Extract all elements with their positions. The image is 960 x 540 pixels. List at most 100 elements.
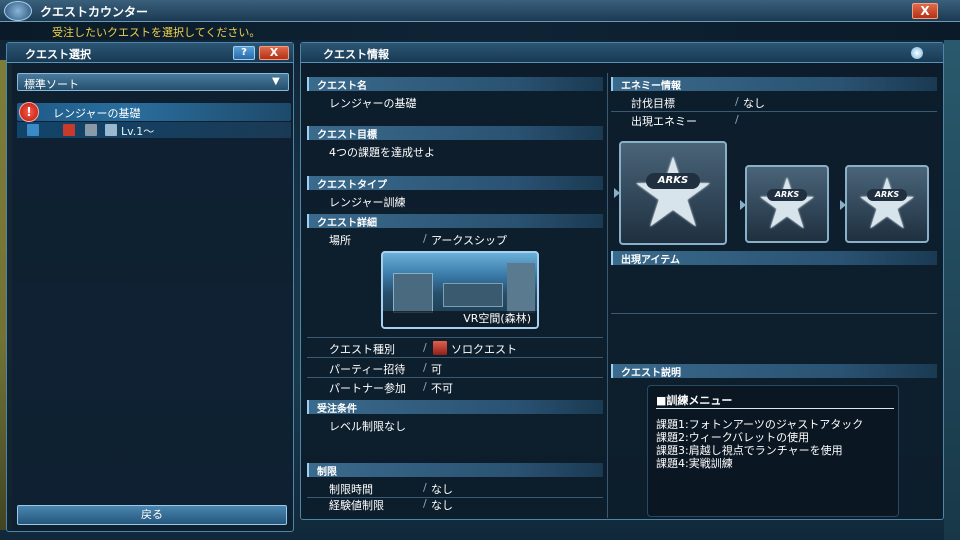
quest-detail-header: クエスト詳細 [307,214,603,229]
enemy-card[interactable]: ★ ARKS [840,163,929,245]
title-bar: クエストカウンター X [0,0,960,22]
separator: / [423,361,427,374]
separator: / [423,380,427,393]
section-label: エネミー情報 [621,81,681,92]
quest-name-header: クエスト名 [307,77,603,92]
help-button[interactable]: ? [233,46,255,60]
items-header: 出現アイテム [611,251,937,266]
row-divider [611,111,937,112]
location-key: 場所 [329,234,351,247]
partner-value: 不可 [431,382,453,395]
panel-close-button[interactable]: X [259,46,289,60]
party-value: 可 [431,363,442,376]
separator: / [423,341,427,354]
category-key: クエスト種別 [329,343,395,356]
window-close-button[interactable]: X [912,3,938,19]
sort-selected: 標準ソート [24,78,79,91]
hourglass-icon [85,124,97,136]
quest-info-panel: クエスト情報 クエスト名 レンジャーの基礎 クエスト目標 4つの課題を達成せよ … [300,42,944,520]
quest-info-header: クエスト情報 [301,43,943,63]
alert-icon: ! [19,102,39,122]
background-edge [944,30,960,540]
limits-header: 制限 [307,463,603,478]
back-button[interactable]: 戻る [17,505,287,525]
location-image: VR空間(森林) [381,251,539,329]
section-label: クエスト詳細 [317,218,377,229]
solo-quest-icon [433,341,447,355]
sort-dropdown[interactable]: 標準ソート ▼ [17,73,289,91]
row-divider [307,337,603,338]
quest-select-title: クエスト選択 [25,48,91,61]
instruction-text: 受注したいクエストを選択してください。 [52,26,261,39]
enemy-badge-label: ARKS [646,173,700,189]
partner-key: パートナー参加 [329,382,406,395]
counter-logo-icon [4,1,32,21]
exp-limit-value: なし [431,499,453,512]
separator: / [735,113,739,126]
enemy-card[interactable]: ★ ARKS [614,137,727,249]
explanation-header: クエスト説明 [611,364,937,379]
enemy-badge-label: ARKS [767,189,807,201]
party-key: パーティー招待 [329,363,406,376]
appear-key: 出現エネミー [631,115,697,128]
location-image-label: VR空間(森林) [383,311,537,327]
level-icon [105,124,117,136]
arrow-icon [840,200,846,211]
arrow-icon [740,200,746,211]
separator: / [423,497,427,510]
star-icon: ★ [755,163,819,245]
quest-goal-header: クエスト目標 [307,126,603,141]
explanation-box: ■訓練メニュー 課題1:フォトンアーツのジャストアタック 課題2:ウィークバレッ… [647,385,899,517]
section-label: 出現アイテム [621,255,680,266]
row-divider [307,377,603,378]
quest-level: Lv.1〜 [121,125,155,138]
mail-icon [27,124,39,136]
time-limit-key: 制限時間 [329,483,373,496]
section-label: クエストタイプ [317,180,387,191]
arrow-icon [614,188,620,198]
section-label: 制限 [317,467,337,478]
scene-structure [507,263,535,313]
scene-structure [443,283,503,307]
separator: / [735,95,739,108]
quest-info-title: クエスト情報 [323,48,389,61]
star-icon: ★ [855,163,919,245]
quest-select-header: クエスト選択 ? X [7,43,293,63]
column-divider [607,73,608,518]
exp-limit-key: 経験値制限 [329,499,384,512]
row-divider [611,313,937,314]
scene-structure [393,273,433,313]
enemy-info-header: エネミー情報 [611,77,937,92]
quest-list-item[interactable]: ! レンジャーの基礎 [17,102,291,122]
conditions-header: 受注条件 [307,400,603,415]
category-value: ソロクエスト [451,343,517,356]
quest-goal-value: 4つの課題を達成せよ [329,146,435,159]
indicator-icon [911,47,923,59]
window-title: クエストカウンター [40,5,149,19]
row-divider [307,357,603,358]
section-label: クエスト名 [317,81,367,92]
chevron-down-icon: ▼ [272,76,280,87]
instruction-bar: 受注したいクエストを選択してください。 [0,22,960,40]
location-value: アークスシップ [431,234,508,247]
conditions-value: レベル制限なし [329,420,406,433]
target-value: なし [743,97,765,110]
quest-type-header: クエストタイプ [307,176,603,191]
enemy-badge-label: ARKS [867,189,907,201]
section-label: クエスト目標 [317,130,377,141]
time-limit-value: なし [431,483,453,496]
star-icon: ★ [629,137,717,249]
solo-icon [63,124,75,136]
explanation-line: 課題4:実戦訓練 [656,457,733,470]
enemy-card[interactable]: ★ ARKS [740,163,829,245]
section-label: クエスト説明 [621,368,681,379]
quest-name-value: レンジャーの基礎 [329,97,417,110]
explanation-divider [656,408,894,409]
section-label: 受注条件 [317,404,357,415]
quest-select-panel: クエスト選択 ? X 標準ソート ▼ ! レンジャーの基礎 Lv.1〜 戻る [6,42,294,532]
quest-list-name: レンジャーの基礎 [53,107,141,120]
separator: / [423,481,427,494]
separator: / [423,232,427,245]
explanation-title: ■訓練メニュー [656,394,733,407]
target-key: 討伐目標 [631,97,675,110]
